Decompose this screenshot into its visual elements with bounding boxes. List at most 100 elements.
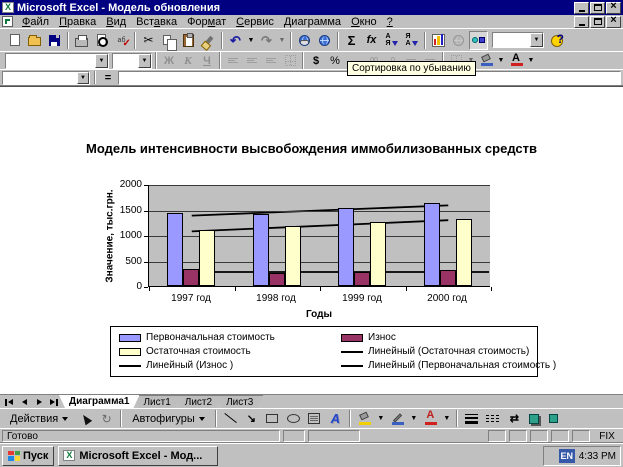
font-color-button[interactable]: А <box>507 53 525 68</box>
wordart-button[interactable]: А <box>326 409 345 428</box>
taskbar-excel-button[interactable]: X Microsoft Excel - Мод... <box>58 446 218 466</box>
text-box-button[interactable] <box>305 409 324 428</box>
fill-color-button-drawing[interactable] <box>355 409 374 428</box>
zoom-combo[interactable]: ▼ <box>492 32 544 48</box>
spelling-button[interactable]: аб✓ <box>112 31 131 50</box>
currency-icon: $ <box>313 55 319 67</box>
align-center-button[interactable] <box>243 53 261 68</box>
line-color-dropdown[interactable]: ▼ <box>409 409 419 428</box>
arrow-style-button[interactable]: ⇄ <box>504 409 523 428</box>
sort-descending-button[interactable]: ЯА <box>402 31 421 50</box>
menu-вид[interactable]: Вид <box>101 16 131 28</box>
copy-button[interactable] <box>159 31 178 50</box>
language-indicator[interactable]: EN <box>559 449 575 463</box>
fill-color-button[interactable] <box>477 53 495 68</box>
print-button[interactable] <box>72 31 91 50</box>
sheet-tab-лист3[interactable]: Лист3 <box>216 395 263 408</box>
redo-button[interactable]: ↷ <box>257 31 276 50</box>
close-button[interactable]: × <box>606 2 621 14</box>
align-left-button[interactable] <box>224 53 242 68</box>
redo-dropdown[interactable]: ▼ <box>277 31 287 50</box>
line-tool-button[interactable] <box>221 409 240 428</box>
merge-center-button[interactable] <box>281 53 299 68</box>
menu-вставка[interactable]: Вставка <box>131 16 182 28</box>
workbook-restore-button[interactable] <box>590 16 605 28</box>
menu-сервис[interactable]: Сервис <box>231 16 279 28</box>
fill-color-dropdown[interactable]: ▼ <box>496 51 506 70</box>
fill-color-dropdown-drawing[interactable]: ▼ <box>376 409 386 428</box>
menu-?[interactable]: ? <box>382 16 398 28</box>
select-objects-button[interactable] <box>76 409 95 428</box>
drawing-icon <box>472 37 485 43</box>
workbook-close-button[interactable]: × <box>606 16 621 28</box>
font-color-dropdown[interactable]: ▼ <box>526 51 536 70</box>
previous-sheet-button[interactable] <box>17 396 31 408</box>
threed-button[interactable] <box>546 409 565 428</box>
paste-button[interactable] <box>179 31 198 50</box>
workbook-minimize-button[interactable] <box>574 16 589 28</box>
start-button[interactable]: Пуск <box>2 446 54 466</box>
autosum-button[interactable]: Σ <box>342 31 361 50</box>
format-painter-button[interactable] <box>199 31 218 50</box>
undo-button[interactable]: ↶ <box>226 31 245 50</box>
maximize-button[interactable] <box>590 2 605 14</box>
font-combo[interactable]: ▼ <box>5 53 109 69</box>
align-right-button[interactable] <box>262 53 280 68</box>
map-button[interactable] <box>449 31 468 50</box>
autoshapes-menu-button[interactable]: Автофигуры <box>126 410 211 427</box>
minimize-button[interactable] <box>574 2 589 14</box>
menu-файл[interactable]: Файл <box>17 16 54 28</box>
currency-button[interactable]: $ <box>307 53 325 68</box>
bold-button[interactable]: Ж <box>160 53 178 68</box>
caret-icon <box>199 417 205 421</box>
web-toolbar-button[interactable] <box>315 31 334 50</box>
new-button[interactable] <box>5 31 24 50</box>
sort-ascending-button[interactable]: АЯ <box>382 31 401 50</box>
drawing-button[interactable] <box>469 31 488 50</box>
last-sheet-button[interactable] <box>47 396 61 408</box>
insert-hyperlink-button[interactable] <box>295 31 314 50</box>
first-sheet-button[interactable] <box>2 396 16 408</box>
function-icon: fx <box>367 34 377 46</box>
shadow-button[interactable] <box>525 409 544 428</box>
next-sheet-button[interactable] <box>32 396 46 408</box>
windows-logo-icon <box>8 451 20 461</box>
name-box-dropdown[interactable]: ▼ <box>77 72 89 84</box>
print-preview-button[interactable] <box>92 31 111 50</box>
save-button[interactable] <box>45 31 64 50</box>
menu-формат[interactable]: Формат <box>182 16 231 28</box>
open-button[interactable] <box>25 31 44 50</box>
italic-button[interactable]: К <box>179 53 197 68</box>
sheet-tab-лист2[interactable]: Лист2 <box>175 395 222 408</box>
percent-button[interactable]: % <box>326 53 344 68</box>
font-color-dropdown-drawing[interactable]: ▼ <box>442 409 452 428</box>
font-color-button-drawing[interactable]: А <box>421 409 440 428</box>
menu-окно[interactable]: Окно <box>346 16 382 28</box>
paste-function-button[interactable]: fx <box>362 31 381 50</box>
name-box[interactable]: ▼ <box>2 71 90 85</box>
line-style-button[interactable] <box>462 409 481 428</box>
undo-dropdown[interactable]: ▼ <box>246 31 256 50</box>
line-color-button[interactable] <box>388 409 407 428</box>
underline-button[interactable]: Ч <box>198 53 216 68</box>
sheet-tab-диаграмма1[interactable]: Диаграмма1 <box>59 395 139 408</box>
menu-диаграмма[interactable]: Диаграмма <box>279 16 346 28</box>
cut-button[interactable]: ✂ <box>139 31 158 50</box>
separator <box>337 32 339 49</box>
oval-tool-button[interactable] <box>284 409 303 428</box>
help-button[interactable]: ? <box>548 31 567 50</box>
chart-wizard-button[interactable] <box>429 31 448 50</box>
font-size-combo[interactable]: ▼ <box>112 53 152 69</box>
bar-остаточная-стоимость-2000 <box>456 219 472 286</box>
free-rotate-button[interactable]: ↻ <box>97 409 116 428</box>
draw-menu-button[interactable]: Действия <box>4 410 74 427</box>
workbook-icon[interactable] <box>2 16 13 27</box>
rectangle-tool-button[interactable] <box>263 409 282 428</box>
dash-style-button[interactable] <box>483 409 502 428</box>
arrow-tool-button[interactable]: ↘ <box>242 409 261 428</box>
edit-formula-button[interactable]: = <box>100 71 116 84</box>
menu-правка[interactable]: Правка <box>54 16 101 28</box>
chart-sheet[interactable]: Модель интенсивности высвобождения иммоб… <box>0 86 623 394</box>
sheet-tab-лист1[interactable]: Лист1 <box>133 395 180 408</box>
caret-icon <box>62 417 68 421</box>
